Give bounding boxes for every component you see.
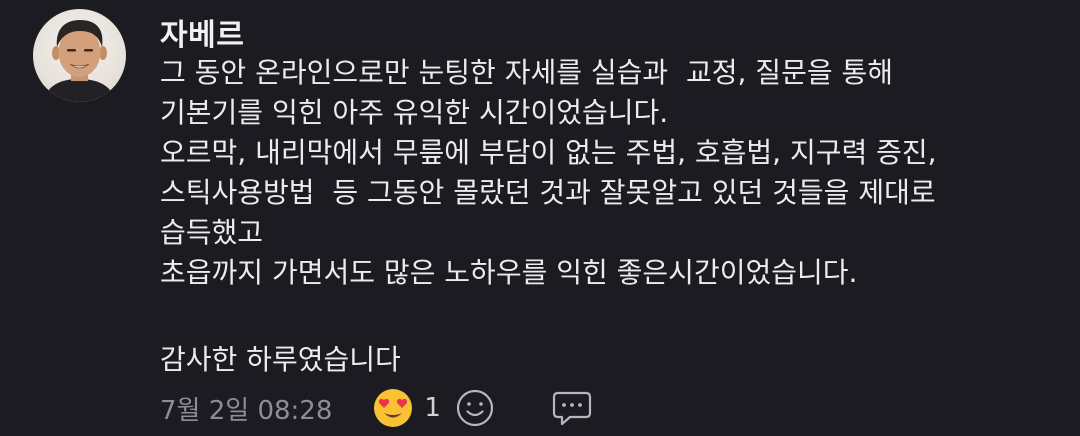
comment-line: 습득했고: [160, 216, 264, 249]
speech-bubble-icon: [552, 391, 592, 426]
heart-eyes-emoji-icon: [374, 389, 413, 427]
add-reaction-button[interactable]: [455, 388, 495, 428]
comment-meta-bar: 7월 2일 08:28 1: [160, 388, 594, 428]
reaction-count: 1: [424, 393, 441, 423]
comment-line: 기본기를 익힌 아주 유익한 시간이었습니다.: [160, 96, 669, 129]
comment-timestamp: 7월 2일 08:28: [160, 395, 333, 426]
avatar-photo: [43, 20, 116, 102]
comment-line: 그 동안 온라인으로만 눈팅한 자세를 실습과 교정, 질문을 통해: [160, 56, 894, 89]
comment-line: 오르막, 내리막에서 무릎에 부담이 없는 주법, 호흡법, 지구력 증진,: [160, 136, 937, 169]
reply-button[interactable]: [550, 388, 594, 428]
reaction-chip[interactable]: 1: [372, 387, 441, 429]
smiley-outline-icon: [456, 389, 494, 427]
comment-line: 스틱사용방법 등 그동안 몰랐던 것과 잘못알고 있던 것들을 제대로: [160, 176, 936, 209]
comment-author-name[interactable]: 자베르: [160, 10, 244, 54]
author-avatar[interactable]: [33, 9, 126, 102]
comment-body: 그 동안 온라인으로만 눈팅한 자세를 실습과 교정, 질문을 통해 기본기를 …: [160, 53, 1060, 380]
comment-line: 초읍까지 가면서도 많은 노하우를 익힌 좋은시간이었습니다.: [160, 256, 858, 289]
comment-line: 감사한 하루였습니다: [160, 343, 401, 376]
